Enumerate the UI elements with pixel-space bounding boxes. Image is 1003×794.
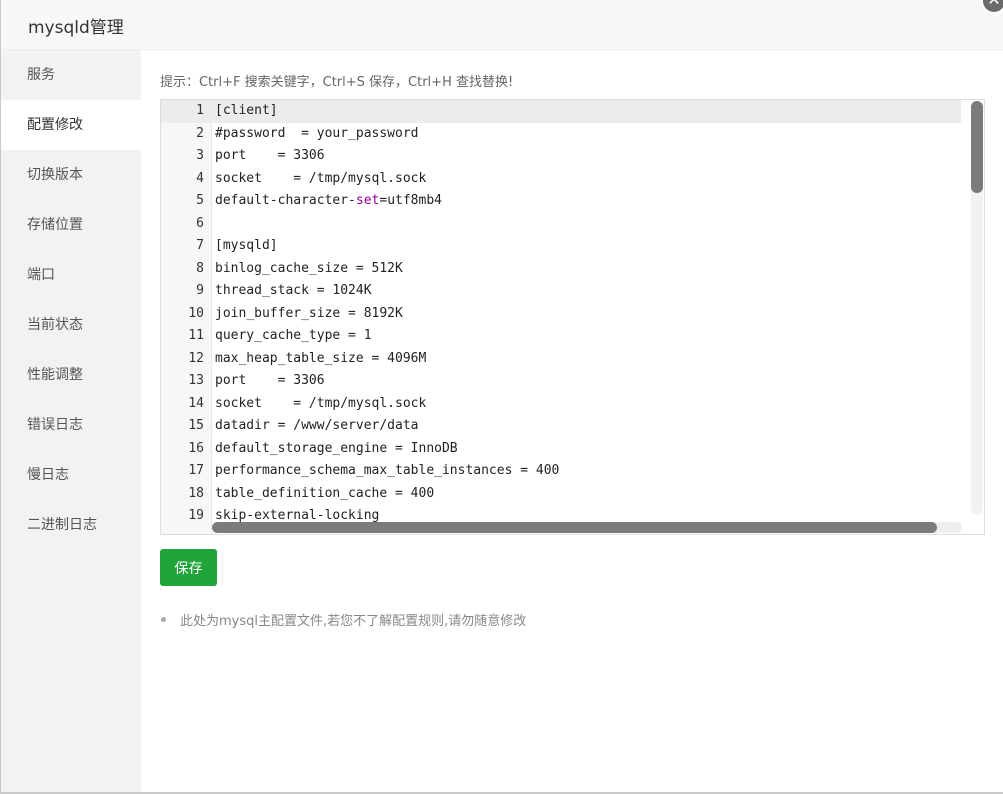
editor-line[interactable]: 5 default-character-set=utf8mb4 bbox=[161, 190, 961, 213]
code-line[interactable]: socket = /tmp/mysql.sock bbox=[215, 393, 426, 416]
line-number: 12 bbox=[188, 350, 204, 366]
shortcut-tip: 提示：Ctrl+F 搜索关键字，Ctrl+S 保存，Ctrl+H 查找替换! bbox=[160, 75, 514, 90]
config-note-text: 此处为mysql主配置文件,若您不了解配置规则,请勿随意修改 bbox=[180, 614, 527, 629]
editor-line[interactable]: 18 table_definition_cache = 400 bbox=[161, 483, 961, 506]
line-number: 8 bbox=[196, 260, 204, 276]
line-number: 9 bbox=[196, 283, 204, 298]
dialog-titlebar: mysqld管理 bbox=[1, 0, 1003, 50]
editor-line[interactable]: 2 #password = your_password bbox=[161, 123, 961, 146]
sidebar-item-service[interactable]: 服务 bbox=[1, 50, 141, 100]
code-line[interactable]: port = 3306 bbox=[215, 370, 325, 393]
code-line[interactable]: [mysqld] bbox=[215, 235, 278, 258]
code-line[interactable]: port = 3306 bbox=[215, 145, 325, 168]
vertical-scrollbar-thumb[interactable] bbox=[971, 101, 983, 193]
code-line[interactable]: datadir = /www/server/data bbox=[215, 415, 419, 438]
code-line[interactable]: default-character-set=utf8mb4 bbox=[215, 190, 442, 213]
code-line[interactable]: thread_stack = 1024K bbox=[215, 280, 372, 303]
code-line[interactable]: table_definition_cache = 400 bbox=[215, 483, 434, 506]
editor-line[interactable]: 7 [mysqld] bbox=[161, 235, 961, 258]
editor-line[interactable]: 8 binlog_cache_size = 512K bbox=[161, 258, 961, 281]
line-number: 2 bbox=[196, 125, 204, 141]
line-number: 6 bbox=[196, 215, 204, 231]
config-note: 此处为mysql主配置文件,若您不了解配置规则,请勿随意修改 bbox=[161, 610, 526, 629]
sidebar: 服务 配置修改 切换版本 存储位置 端口 当前状态 性能调整 错误日志 慢日志 … bbox=[1, 50, 141, 792]
editor-line[interactable]: 12 max_heap_table_size = 4096M bbox=[161, 348, 961, 371]
line-number: 15 bbox=[188, 418, 204, 433]
editor-line[interactable]: 13 port = 3306 bbox=[161, 370, 961, 393]
editor-line[interactable]: 11 query_cache_type = 1 bbox=[161, 325, 961, 348]
line-number: 4 bbox=[196, 170, 204, 186]
line-number: 10 bbox=[188, 305, 204, 321]
code-line[interactable]: [client] bbox=[215, 100, 278, 123]
sidebar-item-binary-log[interactable]: 二进制日志 bbox=[1, 500, 141, 550]
dialog-title: mysqld管理 bbox=[28, 18, 124, 38]
line-number: 13 bbox=[188, 373, 204, 388]
sidebar-item-storage-location[interactable]: 存储位置 bbox=[1, 200, 141, 250]
code-line[interactable]: query_cache_type = 1 bbox=[215, 325, 372, 348]
mysqld-dialog: mysqld管理 ✕ 服务 配置修改 切换版本 存储位置 端口 当前状态 性能调… bbox=[0, 0, 1003, 794]
editor-line[interactable]: 9 thread_stack = 1024K bbox=[161, 280, 961, 303]
line-number: 5 bbox=[196, 193, 204, 208]
line-number: 3 bbox=[196, 148, 204, 163]
line-number: 7 bbox=[196, 238, 204, 253]
editor-line[interactable]: 17 performance_schema_max_table_instances… bbox=[161, 460, 961, 483]
editor-line[interactable]: 16 default_storage_engine = InnoDB bbox=[161, 438, 961, 461]
horizontal-scrollbar-thumb[interactable] bbox=[212, 522, 937, 533]
code-line[interactable]: default_storage_engine = InnoDB bbox=[215, 438, 458, 461]
sidebar-item-config[interactable]: 配置修改 bbox=[1, 100, 141, 150]
line-number: 11 bbox=[188, 328, 204, 343]
line-number: 18 bbox=[188, 485, 204, 501]
sidebar-item-switch-version[interactable]: 切换版本 bbox=[1, 150, 141, 200]
sidebar-item-current-status[interactable]: 当前状态 bbox=[1, 300, 141, 350]
sidebar-item-performance[interactable]: 性能调整 bbox=[1, 350, 141, 400]
code-line[interactable]: binlog_cache_size = 512K bbox=[215, 258, 403, 281]
code-line[interactable]: join_buffer_size = 8192K bbox=[215, 303, 403, 326]
code-line[interactable]: max_heap_table_size = 4096M bbox=[215, 348, 426, 371]
editor-line[interactable]: 15 datadir = /www/server/data bbox=[161, 415, 961, 438]
save-button[interactable]: 保存 bbox=[160, 549, 217, 586]
keyword-token: set bbox=[355, 193, 380, 208]
editor-line[interactable]: 3 port = 3306 bbox=[161, 145, 961, 168]
config-editor[interactable]: 1 [client] 2 #password = your_password 3 port… bbox=[160, 99, 985, 535]
code-line[interactable]: performance_schema_max_table_instances =… bbox=[215, 460, 559, 483]
line-number: 16 bbox=[188, 440, 204, 456]
bullet-icon bbox=[161, 617, 166, 622]
sidebar-item-slow-log[interactable]: 慢日志 bbox=[1, 450, 141, 500]
editor-line[interactable]: 1 [client] bbox=[161, 100, 961, 123]
sidebar-item-error-log[interactable]: 错误日志 bbox=[1, 400, 141, 450]
line-number: 1 bbox=[196, 103, 204, 118]
line-number: 19 bbox=[188, 508, 204, 523]
code-line[interactable]: #password = your_password bbox=[215, 123, 419, 146]
editor-line[interactable]: 4 socket = /tmp/mysql.sock bbox=[161, 168, 961, 191]
editor-line[interactable]: 10 join_buffer_size = 8192K bbox=[161, 303, 961, 326]
editor-line[interactable]: 6 bbox=[161, 213, 961, 236]
editor-line[interactable]: 14 socket = /tmp/mysql.sock bbox=[161, 393, 961, 416]
sidebar-item-port[interactable]: 端口 bbox=[1, 250, 141, 300]
main-content: 提示：Ctrl+F 搜索关键字，Ctrl+S 保存，Ctrl+H 查找替换! 1… bbox=[141, 50, 1003, 792]
line-number: 17 bbox=[188, 463, 204, 478]
code-line[interactable]: socket = /tmp/mysql.sock bbox=[215, 168, 426, 191]
line-number: 14 bbox=[188, 395, 204, 411]
